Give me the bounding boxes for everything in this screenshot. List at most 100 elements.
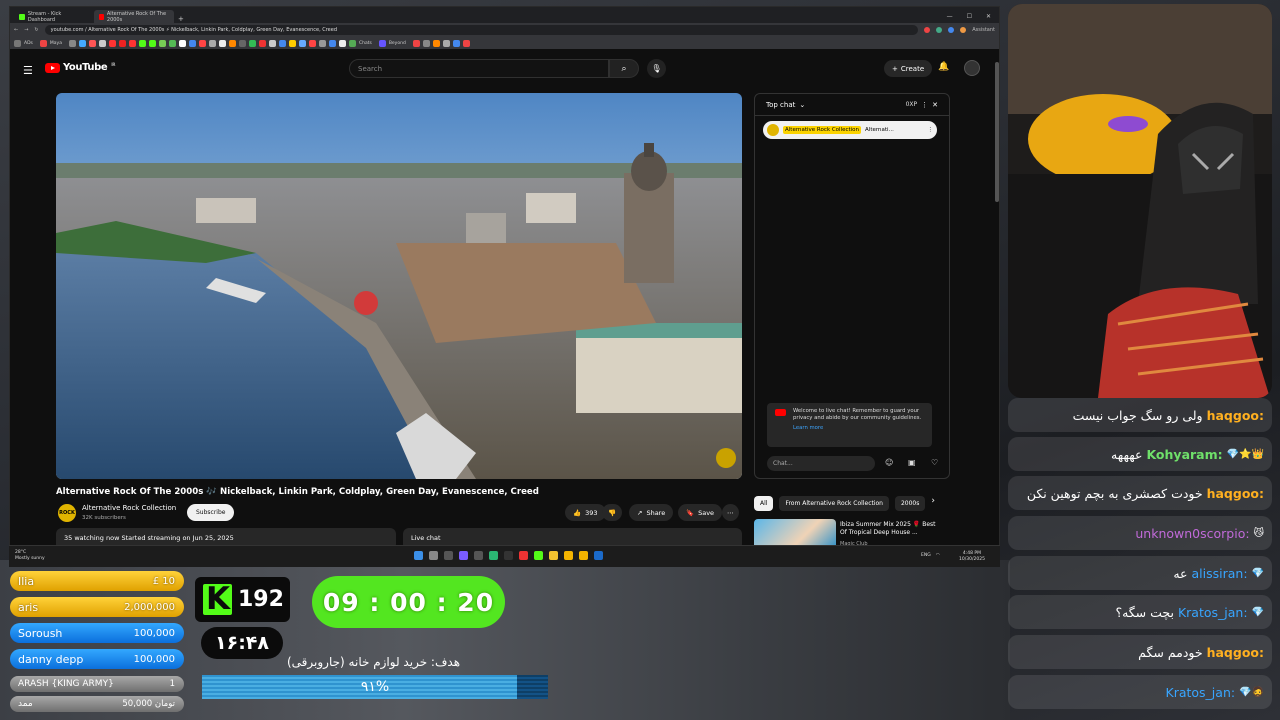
- create-label: Create: [900, 64, 925, 73]
- windows-start-icon[interactable]: [414, 551, 423, 560]
- like-button[interactable]: 👍 393: [565, 504, 606, 521]
- chat-username[interactable]: Kohyaram:: [1146, 447, 1222, 462]
- chat-username[interactable]: alissiran:: [1192, 566, 1248, 581]
- more-vertical-icon[interactable]: ⋮: [921, 101, 928, 109]
- search-input[interactable]: Search: [349, 59, 609, 78]
- tab-label: Alternative Rock Of The 2000s: [106, 10, 167, 23]
- donation-amount: 1: [169, 679, 175, 689]
- chat-username[interactable]: haqgoo:: [1207, 645, 1264, 660]
- create-button[interactable]: + Create: [884, 60, 933, 77]
- channel-logo[interactable]: ROCK: [58, 504, 76, 522]
- menu-icon[interactable]: ☰: [23, 64, 33, 77]
- close-icon[interactable]: ✕: [986, 13, 991, 20]
- youtube-logo[interactable]: YouTube IR: [45, 62, 115, 73]
- kick-icon: [19, 13, 25, 20]
- chevron-right-icon[interactable]: ›: [931, 496, 935, 511]
- bookmark-icon[interactable]: [39, 39, 47, 47]
- minimize-icon[interactable]: —: [947, 13, 953, 20]
- chat-message-text: ولی رو سگ جواب نیست: [1072, 407, 1203, 423]
- chat-username[interactable]: unknown0scorpio:: [1135, 526, 1249, 541]
- youtube-play-icon: [45, 62, 60, 73]
- app-icon[interactable]: [549, 551, 558, 560]
- clock-date: 10/30/2025: [959, 557, 985, 562]
- task-view-icon[interactable]: [444, 551, 453, 560]
- extension-icon[interactable]: [960, 27, 967, 33]
- donation-amount: £ 10: [152, 575, 175, 587]
- search-icon: ⌕: [621, 63, 627, 74]
- steam-icon[interactable]: [594, 551, 603, 560]
- subscribe-button[interactable]: Subscribe: [187, 504, 235, 521]
- stream-timer: 09 : 00 : 20: [312, 576, 505, 628]
- save-button[interactable]: 🔖 Save: [678, 504, 723, 521]
- app-icon[interactable]: [474, 551, 483, 560]
- discord-icon[interactable]: [459, 551, 468, 560]
- search-placeholder: Search: [358, 65, 383, 73]
- search-icon[interactable]: [429, 551, 438, 560]
- dislike-button[interactable]: 👎: [602, 504, 623, 521]
- avatar[interactable]: [964, 60, 980, 76]
- maximize-icon[interactable]: ☐: [967, 13, 972, 20]
- super-chat-icon[interactable]: ▣: [908, 458, 916, 467]
- page-scrollbar[interactable]: [995, 62, 999, 202]
- donor-name: aris: [18, 600, 39, 614]
- more-vertical-icon[interactable]: ⋮: [928, 127, 934, 133]
- weather-widget[interactable]: 28°C Mostly sunny: [15, 550, 45, 562]
- tab-youtube[interactable]: Alternative Rock Of The 2000s: [94, 10, 174, 23]
- bookmark-link[interactable]: ADs: [24, 41, 33, 46]
- stream-chat-message: بچت سگه؟ Kratos_jan: 💎: [1008, 595, 1272, 629]
- search-button[interactable]: ⌕: [609, 59, 639, 78]
- chat-username[interactable]: haqgoo:: [1207, 408, 1264, 423]
- heart-icon[interactable]: ♡: [931, 458, 938, 467]
- chat-message-text: عه: [1173, 565, 1188, 581]
- browser-icon[interactable]: [489, 551, 498, 560]
- app-icon[interactable]: [519, 551, 528, 560]
- channel-logo: [767, 124, 779, 136]
- new-tab-button[interactable]: +: [178, 15, 184, 23]
- chat-input[interactable]: Chat...: [767, 456, 875, 471]
- folder-icon[interactable]: [14, 39, 21, 47]
- chevron-down-icon[interactable]: ⌄: [799, 101, 805, 109]
- system-clock[interactable]: 4:48 PM 10/30/2025: [959, 551, 985, 563]
- wifi-icon[interactable]: ◠: [936, 553, 940, 558]
- bookmark-link[interactable]: Beyond: [389, 41, 406, 46]
- bookmark-link[interactable]: Chats: [359, 41, 372, 46]
- back-icon[interactable]: ←: [14, 27, 18, 33]
- top-chat-dropdown[interactable]: Top chat: [766, 101, 795, 109]
- chat-username[interactable]: Kratos_jan:: [1178, 605, 1248, 620]
- voice-search-button[interactable]: 🎙: [647, 59, 666, 78]
- extension-icon[interactable]: [948, 27, 955, 33]
- assistant-button[interactable]: Assistant: [972, 27, 995, 33]
- plus-icon: +: [892, 64, 898, 73]
- chip-all[interactable]: All: [754, 496, 774, 511]
- share-button[interactable]: ↗ Share: [629, 504, 674, 521]
- pinned-message[interactable]: Alternative Rock Collection Alternati...…: [763, 121, 937, 139]
- bell-icon[interactable]: 🔔: [938, 62, 949, 72]
- forward-icon[interactable]: →: [24, 27, 28, 33]
- tab-kick-dashboard[interactable]: Stream - Kick Dashboard: [14, 10, 94, 23]
- extension-icon[interactable]: [924, 27, 931, 33]
- close-icon[interactable]: ✕: [932, 101, 938, 109]
- chip-2000s[interactable]: 2000s: [894, 496, 926, 511]
- more-actions-button[interactable]: ⋯: [722, 504, 739, 521]
- folder-icon[interactable]: [579, 551, 588, 560]
- url-field[interactable]: youtube.com / Alternative Rock Of The 20…: [44, 25, 919, 35]
- learn-more-link[interactable]: Learn more: [793, 425, 926, 432]
- chip-from-channel[interactable]: From Alternative Rock Collection: [779, 496, 889, 511]
- bookmark-link[interactable]: Maya: [50, 41, 62, 46]
- share-label: Share: [646, 508, 666, 517]
- language-indicator[interactable]: ENG: [921, 553, 931, 558]
- chat-username[interactable]: Kratos_jan:: [1166, 685, 1236, 700]
- mic-icon: 🎙: [651, 64, 662, 73]
- reload-icon[interactable]: ↻: [34, 27, 38, 33]
- extension-icon[interactable]: [936, 27, 943, 33]
- chat-message-text: بچت سگه؟: [1115, 604, 1174, 620]
- local-clock-text: ۱۶:۴۸: [215, 632, 269, 654]
- folder-icon[interactable]: [564, 551, 573, 560]
- video-player[interactable]: [56, 93, 742, 479]
- emoji-icon[interactable]: ☺: [885, 458, 893, 467]
- chat-username[interactable]: haqgoo:: [1207, 486, 1264, 501]
- kick-icon[interactable]: [534, 551, 543, 560]
- chat-header: Top chat ⌄ 0XP ⋮ ✕: [755, 94, 949, 116]
- channel-name[interactable]: Alternative Rock Collection: [82, 504, 176, 512]
- obs-icon[interactable]: [504, 551, 513, 560]
